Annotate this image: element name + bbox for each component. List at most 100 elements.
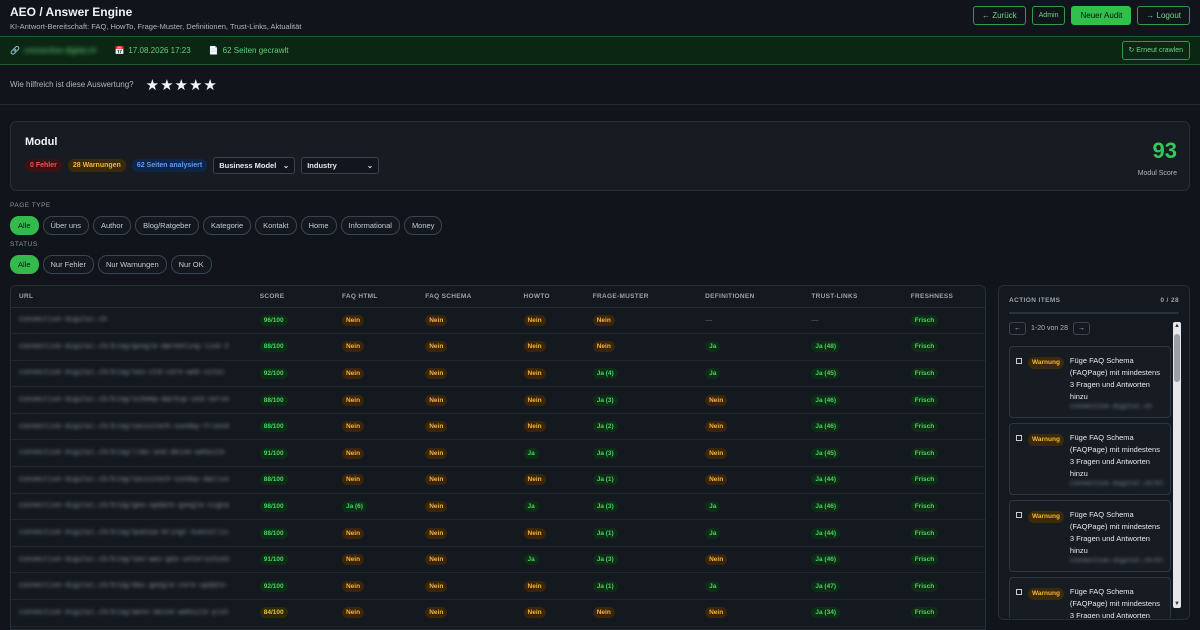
url-cell[interactable]: connective-digital.ch/blog/google-market…: [19, 343, 229, 351]
url-cell[interactable]: connective-digital.ch/blog/saisitech-sun…: [19, 423, 229, 431]
table-row[interactable]: connective-digital.ch/blog/saisitech-sun…: [11, 466, 985, 494]
modul-badges: 0 Fehler 28 Warnungen 62 Seiten analysie…: [25, 157, 1175, 174]
filter-chip-status[interactable]: Nur Fehler: [42, 255, 94, 274]
action-item-card[interactable]: Warnung Füge FAQ Schema (FAQPage) mit min…: [1009, 577, 1171, 618]
url-cell[interactable]: connective-digital.ch/blog/saisitech-sun…: [19, 476, 229, 484]
table-row[interactable]: connective-digital.ch/blog/geo-update-go…: [11, 493, 985, 521]
business-model-select[interactable]: Business Model ⌄: [213, 157, 296, 174]
new-audit-button[interactable]: Neuer Audit: [1071, 6, 1132, 25]
scroll-up-icon[interactable]: ▲: [1173, 323, 1181, 329]
industry-select[interactable]: Industry ⌄: [301, 157, 380, 174]
filter-chip-page-type[interactable]: Kontakt: [255, 216, 297, 235]
table-header-cell[interactable]: SCORE: [251, 286, 334, 308]
warning-badge: Warnung: [1028, 434, 1064, 446]
table-cell: Ja: [697, 519, 804, 547]
action-item-card[interactable]: Warnung Füge FAQ Schema (FAQPage) mit min…: [1009, 423, 1171, 495]
status-pill: Nein: [523, 341, 546, 353]
warning-badge: Warnung: [1028, 511, 1064, 523]
table-cell: Nein: [515, 307, 585, 335]
status-pill: Nein: [425, 607, 448, 619]
filter-chip-page-type[interactable]: Informational: [340, 216, 400, 235]
recrawl-button[interactable]: ↻ Erneut crawlen: [1121, 41, 1190, 60]
table-header-cell[interactable]: FAQ SCHEMA: [417, 286, 516, 308]
status-pill: Nein: [425, 554, 448, 566]
table-row[interactable]: connective-digital.ch/blog/seo-ctd-core-…: [11, 360, 985, 388]
table-cell: 91/100: [251, 546, 334, 574]
score-badge: 96/100: [259, 314, 288, 326]
table-cell: connective-digital.ch/blog/seo-was-geo-u…: [11, 546, 252, 574]
table-cell: Nein: [333, 413, 418, 441]
filter-chip-page-type[interactable]: Über uns: [42, 216, 89, 235]
filter-chip-page-type[interactable]: Author: [92, 216, 132, 235]
table-row[interactable]: connective-digital.ch/blog/llms-und-dein…: [11, 439, 985, 468]
action-item-checkbox[interactable]: [1016, 358, 1022, 364]
filter-chip-page-type[interactable]: Kategorie: [203, 216, 252, 235]
action-item-checkbox[interactable]: [1016, 435, 1022, 441]
action-item-text: Füge FAQ Schema (FAQPage) mit mindestens…: [1069, 433, 1160, 478]
action-item-card[interactable]: Warnung Füge FAQ Schema (FAQPage) mit min…: [1009, 500, 1171, 572]
table-cell: Frisch: [902, 493, 985, 521]
table-cell: connective-digital.ch/blog/saisitech-sun…: [11, 413, 252, 441]
table-cell: Ja (46): [803, 493, 903, 521]
url-cell[interactable]: connective-digital.ch/blog/llms-und-dein…: [19, 449, 225, 457]
filter-chip-status[interactable]: Nur Warnungen: [97, 255, 167, 274]
page-title: AEO / Answer Engine: [10, 5, 133, 19]
table-header-cell[interactable]: DEFINITIONEN: [697, 286, 804, 308]
table-header-cell[interactable]: FRAGE-MUSTER: [584, 286, 698, 308]
filter-chip-page-type[interactable]: Alle: [10, 216, 39, 235]
table-row[interactable]: connective-digital.ch/blog/das-google-co…: [11, 572, 985, 601]
table-cell: Nein: [417, 413, 516, 441]
filter-chip-page-type[interactable]: Money: [403, 216, 443, 235]
table-row[interactable]: connective-digital.ch/blog/wenn-deine-we…: [11, 599, 985, 627]
table-header-cell[interactable]: TRUST-LINKS: [803, 286, 903, 308]
table-row[interactable]: connective-digital.ch 96/100 Nein Nein Nein N…: [11, 307, 985, 335]
status-pill: Nein: [425, 421, 448, 433]
filter-chip-page-type[interactable]: Blog/Ratgeber: [135, 216, 200, 235]
table-row[interactable]: connective-digital.ch/blog/saisitech-sun…: [11, 413, 985, 441]
filter-chip-page-type[interactable]: Home: [300, 216, 337, 235]
status-pill: Frisch: [910, 554, 939, 566]
table-cell: Ja (45): [803, 360, 903, 388]
table-header-cell[interactable]: FRESHNESS: [902, 286, 985, 308]
url-cell[interactable]: connective-digital.ch/blog/wenn-deine-we…: [19, 609, 229, 617]
url-cell[interactable]: connective-digital.ch/blog/quessa-bringt…: [19, 529, 229, 537]
action-item-checkbox[interactable]: [1016, 512, 1022, 518]
back-button[interactable]: ← Zurück: [972, 6, 1026, 25]
scroll-down-icon[interactable]: ▼: [1173, 601, 1181, 607]
results-table: URL SCORE FAQ HTML FAQ SCHEMA HOWTO FRAGE-MUS…: [11, 286, 985, 627]
url-cell[interactable]: connective-digital.ch/blog/geo-update-go…: [19, 502, 229, 510]
table-cell: Nein: [515, 333, 585, 361]
status-pill: Nein: [523, 580, 546, 592]
action-list-scrollbar[interactable]: ▲ ▼: [1173, 322, 1181, 608]
table-row[interactable]: connective-digital.ch/blog/quessa-bringt…: [11, 519, 985, 547]
score-label: Modul Score: [1137, 170, 1177, 177]
admin-button[interactable]: Admin: [1031, 6, 1066, 25]
status-pill: Nein: [523, 394, 546, 406]
filter-chip-status[interactable]: Alle: [10, 255, 39, 274]
table-cell: Ja (1): [584, 572, 698, 601]
url-cell[interactable]: connective-digital.ch: [19, 316, 107, 324]
next-page-button[interactable]: →: [1072, 322, 1090, 335]
filter-chip-status[interactable]: Nur OK: [170, 255, 212, 274]
url-cell[interactable]: connective-digital.ch/blog/das-google-co…: [19, 582, 229, 590]
prev-page-button[interactable]: ←: [1009, 322, 1026, 335]
table-row[interactable]: connective-digital.ch/blog/schema-markup…: [11, 386, 985, 414]
url-cell[interactable]: connective-digital.ch/blog/seo-ctd-core-…: [19, 369, 225, 377]
table-cell: Nein: [333, 599, 418, 627]
status-pill: Nein: [425, 341, 448, 353]
table-cell: Nein: [333, 360, 418, 388]
action-item-checkbox[interactable]: [1016, 589, 1022, 595]
action-item-card[interactable]: Warnung Füge FAQ Schema (FAQPage) mit min…: [1009, 346, 1171, 418]
table-row[interactable]: connective-digital.ch/blog/google-market…: [11, 333, 985, 361]
table-cell: Nein: [515, 360, 585, 388]
table-header-cell[interactable]: FAQ HTML: [333, 286, 418, 308]
logout-button[interactable]: → Logout: [1137, 6, 1190, 25]
score-badge: 91/100: [259, 554, 288, 566]
rating-bar: Wie hilfreich ist diese Auswertung? ★★★★…: [0, 65, 1200, 105]
star-rating[interactable]: ★★★★★: [146, 76, 218, 94]
url-cell[interactable]: connective-digital.ch/blog/schema-markup…: [19, 396, 229, 404]
scroll-thumb[interactable]: [1174, 334, 1180, 382]
table-header-cell[interactable]: HOWTO: [515, 286, 585, 308]
table-row[interactable]: connective-digital.ch/blog/seo-was-geo-u…: [11, 546, 985, 574]
url-cell[interactable]: connective-digital.ch/blog/seo-was-geo-u…: [19, 556, 229, 564]
